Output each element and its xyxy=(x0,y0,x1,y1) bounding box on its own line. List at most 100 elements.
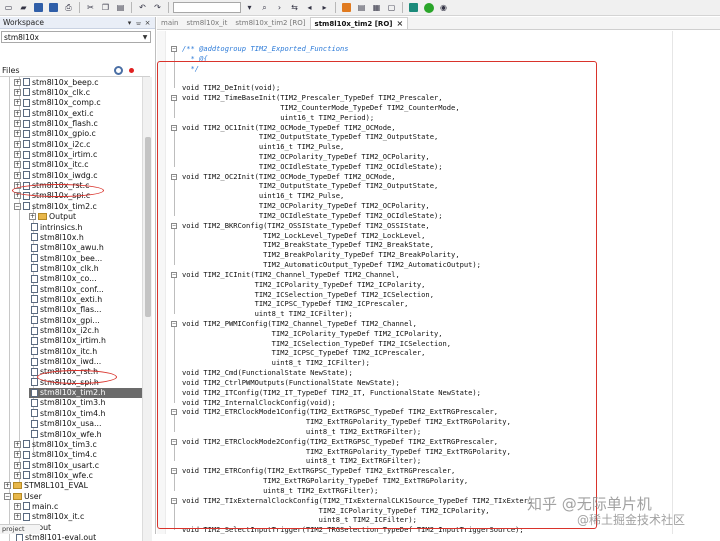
tree-file[interactable]: + stm8l10x_usart.c xyxy=(14,460,99,470)
tree-file[interactable]: stm8l10x_itc.h xyxy=(29,346,97,356)
tree-file[interactable]: + stm8l10x_flash.c xyxy=(14,118,98,128)
tree-file[interactable]: stm8l10x_gpi... xyxy=(29,315,100,325)
tree-item-label: stm8l10x_itc.h xyxy=(40,346,98,356)
collapse-icon[interactable]: − xyxy=(14,202,21,210)
tree-file[interactable]: stm8l10x_flas... xyxy=(29,305,101,315)
expand-icon[interactable]: + xyxy=(29,213,36,221)
tree-file[interactable]: stm8l10x_usa... xyxy=(29,419,102,429)
open-folder-icon[interactable]: ▰ xyxy=(17,2,30,14)
expand-icon[interactable]: + xyxy=(14,99,21,107)
tree-file[interactable]: stm8l10x_exti.h xyxy=(29,294,102,304)
code-editor[interactable]: /** @addtogroup TIM2_Exported_Functions … xyxy=(157,31,720,534)
save-all-icon[interactable] xyxy=(47,2,60,14)
expand-icon[interactable]: + xyxy=(14,471,21,479)
download-debug-icon[interactable] xyxy=(422,2,435,14)
workspace-scrollbar[interactable] xyxy=(142,77,152,541)
expand-icon[interactable]: + xyxy=(14,171,21,179)
tree-file[interactable]: + main.c xyxy=(14,501,58,511)
tree-file[interactable]: intrinsics.h xyxy=(29,222,82,232)
tree-file[interactable]: stm8l10x_clk.h xyxy=(29,263,99,273)
expand-icon[interactable]: + xyxy=(14,161,21,169)
close-icon[interactable]: × xyxy=(143,19,152,27)
tree-file[interactable]: + stm8l10x_gpio.c xyxy=(14,129,96,139)
cut-icon[interactable]: ✂ xyxy=(84,2,97,14)
tree-file[interactable]: + stm8l10x_tim3.c xyxy=(14,439,97,449)
tree-file[interactable]: stm8l10x_i2c.h xyxy=(29,325,99,335)
pin-icon[interactable]: ▾ xyxy=(125,19,134,27)
print-icon[interactable]: ⎙ xyxy=(62,2,75,14)
expand-icon[interactable]: + xyxy=(4,482,11,490)
expand-icon[interactable]: + xyxy=(14,513,21,521)
breakpoint-icon[interactable] xyxy=(407,2,420,14)
tree-file[interactable]: + stm8l10x_tim4.c xyxy=(14,450,97,460)
expand-icon[interactable]: + xyxy=(14,130,21,138)
configuration-select[interactable]: stm8l10x ▼ xyxy=(1,31,151,43)
tree-file[interactable]: + stm8l10x_it.c xyxy=(14,512,84,522)
tree-file[interactable]: stm8l10x_conf... xyxy=(29,284,104,294)
file-icon xyxy=(23,88,30,97)
tree-folder[interactable]: − User xyxy=(4,491,42,501)
tree-file[interactable]: + stm8l10x_irtim.c xyxy=(14,149,97,159)
expand-icon[interactable]: + xyxy=(14,451,21,459)
tree-file[interactable]: stm8l10x_awu.h xyxy=(29,243,104,253)
tree-file[interactable]: + stm8l10x_itc.c xyxy=(14,160,89,170)
tree-file[interactable]: stm8l10x_irtim.h xyxy=(29,336,106,346)
tree-file[interactable]: stm8l10x_tim4.h xyxy=(29,408,105,418)
tree-file[interactable]: − stm8l10x_tim2.c xyxy=(14,201,97,211)
goto-icon[interactable]: ⇆ xyxy=(288,2,301,14)
tree-file[interactable]: stm8l10x_wfe.h xyxy=(29,429,102,439)
close-tab-icon[interactable]: × xyxy=(396,19,403,28)
editor-tab[interactable]: stm8l10x_it xyxy=(183,17,232,29)
bookmark-prev-icon[interactable]: ◂ xyxy=(303,2,316,14)
tree-file[interactable]: + stm8l10x_comp.c xyxy=(14,98,101,108)
expand-icon[interactable]: + xyxy=(14,88,21,96)
tree-file[interactable]: stm8l10x.h xyxy=(29,232,84,242)
expand-icon[interactable]: + xyxy=(14,109,21,117)
make-icon[interactable]: ▤ xyxy=(355,2,368,14)
expand-icon[interactable]: + xyxy=(14,120,21,128)
tree-file[interactable]: + stm8l10x_beep.c xyxy=(14,77,99,87)
save-icon[interactable] xyxy=(32,2,45,14)
find-next-icon[interactable]: › xyxy=(273,2,286,14)
tree-file[interactable]: stm8l10x_tim2.h xyxy=(29,387,142,398)
tree-file[interactable]: stm8l10x_tim3.h xyxy=(29,398,105,408)
copy-icon[interactable]: ❐ xyxy=(99,2,112,14)
tree-file[interactable]: + stm8l10x_i2c.c xyxy=(14,139,90,149)
expand-icon[interactable]: + xyxy=(14,140,21,148)
tree-file[interactable]: + stm8l10x_exti.c xyxy=(14,108,94,118)
expand-icon[interactable]: + xyxy=(14,440,21,448)
tree-file[interactable]: stm8l10x_bee... xyxy=(29,253,102,263)
file-icon xyxy=(31,305,38,314)
scrollbar-thumb[interactable] xyxy=(145,137,151,317)
stop-build-icon[interactable]: ▢ xyxy=(385,2,398,14)
tree-folder[interactable]: + Output xyxy=(29,212,76,222)
expand-icon[interactable]: + xyxy=(14,502,21,510)
bookmark-next-icon[interactable]: ▸ xyxy=(318,2,331,14)
auto-hide-icon[interactable]: ᚚ xyxy=(134,19,143,27)
expand-icon[interactable]: + xyxy=(14,78,21,86)
editor-tab[interactable]: main xyxy=(157,17,183,29)
rebuild-icon[interactable]: ▦ xyxy=(370,2,383,14)
tree-file[interactable]: stm8l10x_iwd... xyxy=(29,356,101,366)
undo-icon[interactable]: ↶ xyxy=(136,2,149,14)
gear-icon[interactable] xyxy=(114,65,123,75)
find-icon[interactable]: ⌕ xyxy=(258,2,271,14)
project-tab[interactable]: project xyxy=(0,524,40,534)
paste-icon[interactable]: ▤ xyxy=(114,2,127,14)
tree-file[interactable]: + stm8l10x_wfe.c xyxy=(14,470,93,480)
tree-file[interactable]: stm8l10x_co... xyxy=(29,274,97,284)
editor-tab[interactable]: stm8l10x_tim2 [RO] × xyxy=(309,17,409,29)
new-file-icon[interactable]: ▭ xyxy=(2,2,15,14)
compile-icon[interactable] xyxy=(340,2,353,14)
find-arrow-icon[interactable]: ▾ xyxy=(243,2,256,14)
expand-icon[interactable]: + xyxy=(14,151,21,159)
find-combo[interactable] xyxy=(173,2,241,13)
redo-icon[interactable]: ↷ xyxy=(151,2,164,14)
tree-file[interactable]: + stm8l10x_iwdg.c xyxy=(14,170,97,180)
expand-icon[interactable]: + xyxy=(14,461,21,469)
editor-tab[interactable]: stm8l10x_tim2 [RO] xyxy=(231,17,309,29)
tree-folder[interactable]: + STM8L101_EVAL xyxy=(4,481,88,491)
collapse-icon[interactable]: − xyxy=(4,492,11,500)
debug-no-download-icon[interactable]: ◉ xyxy=(437,2,450,14)
tree-file[interactable]: + stm8l10x_clk.c xyxy=(14,87,90,97)
